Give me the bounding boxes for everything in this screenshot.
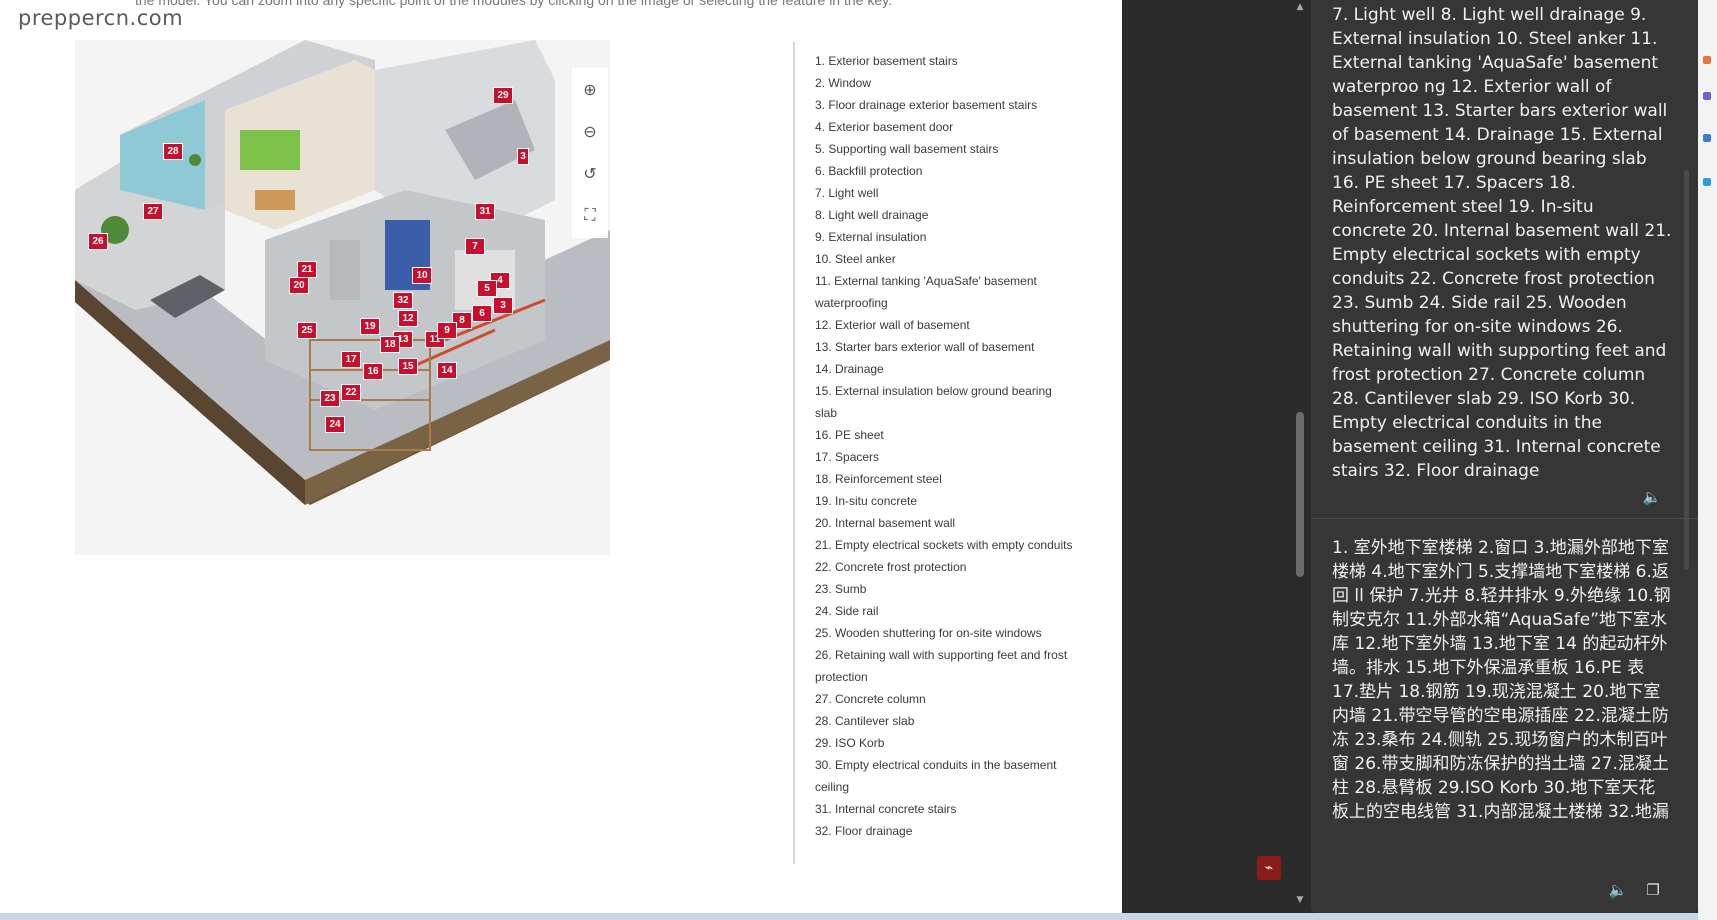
key-item-10[interactable]: 10. Steel anker	[815, 248, 1077, 270]
scroll-up-arrow-icon[interactable]: ▲	[1293, 0, 1307, 14]
hotspot-28[interactable]: 28	[163, 143, 183, 160]
key-item-19[interactable]: 19. In-situ concrete	[815, 490, 1077, 512]
key-item-7[interactable]: 7. Light well	[815, 182, 1077, 204]
key-item-24[interactable]: 24. Side rail	[815, 600, 1077, 622]
hotspot-16[interactable]: 16	[363, 363, 383, 380]
hotspot-32[interactable]: 32	[393, 292, 413, 309]
key-item-1[interactable]: 1. Exterior basement stairs	[815, 50, 1077, 72]
key-item-21[interactable]: 21. Empty electrical sockets with empty …	[815, 534, 1077, 556]
fullscreen-icon[interactable]: ⛶	[573, 194, 607, 236]
feature-key-list: 1. Exterior basement stairs 2. Window 3.…	[793, 42, 1093, 864]
hotspot-29[interactable]: 29	[493, 87, 513, 104]
key-item-15[interactable]: 15. External insulation below ground bea…	[815, 380, 1077, 424]
hotspot-15[interactable]: 15	[398, 358, 418, 375]
hotspot-24[interactable]: 24	[325, 416, 345, 433]
translation-panel: 7. Light well 8. Light well drainage 9. …	[1311, 0, 1698, 913]
hotspot-22[interactable]: 22	[341, 384, 361, 401]
viewer-gutter	[1122, 0, 1297, 913]
key-item-26[interactable]: 26. Retaining wall with supporting feet …	[815, 644, 1077, 688]
app-icon-orange[interactable]	[1703, 56, 1711, 64]
hotspot-19[interactable]: 19	[360, 318, 380, 335]
key-item-16[interactable]: 16. PE sheet	[815, 424, 1077, 446]
app-icon-purple[interactable]	[1703, 92, 1711, 100]
app-icon-blue[interactable]	[1703, 134, 1711, 142]
key-item-22[interactable]: 22. Concrete frost protection	[815, 556, 1077, 578]
key-item-12[interactable]: 12. Exterior wall of basement	[815, 314, 1077, 336]
pdf-icon[interactable]: ⌁	[1257, 856, 1281, 880]
watermark: preppercn.com	[18, 6, 184, 30]
hotspot-31[interactable]: 31	[475, 203, 495, 220]
key-item-11[interactable]: 11. External tanking 'AquaSafe' basement…	[815, 270, 1077, 314]
document-page: the model. You can zoom into any specifi…	[0, 0, 1122, 913]
panel-scrollbar[interactable]	[1684, 170, 1689, 570]
key-item-20[interactable]: 20. Internal basement wall	[815, 512, 1077, 534]
key-item-30[interactable]: 30. Empty electrical conduits in the bas…	[815, 754, 1077, 798]
viewer-scrollbar[interactable]: ▲ ▼	[1293, 0, 1307, 913]
zoom-in-icon[interactable]: ⊕	[573, 68, 607, 110]
key-item-14[interactable]: 14. Drainage	[815, 358, 1077, 380]
house-model-image[interactable]: 28 27 26 29 3 31 7 21 20 10 4 5 3 32 12 …	[75, 40, 610, 555]
key-item-29[interactable]: 29. ISO Korb	[815, 732, 1077, 754]
speaker-icon-translation[interactable]: 🔈	[1607, 880, 1629, 900]
key-item-9[interactable]: 9. External insulation	[815, 226, 1077, 248]
key-item-8[interactable]: 8. Light well drainage	[815, 204, 1077, 226]
hotspot-3[interactable]: 3	[493, 297, 513, 314]
hotspot-9[interactable]: 9	[437, 322, 457, 339]
english-source-text: 7. Light well 8. Light well drainage 9. …	[1332, 5, 1672, 481]
side-toolbar-edge	[1698, 0, 1717, 920]
key-item-17[interactable]: 17. Spacers	[815, 446, 1077, 468]
copy-icon[interactable]: ❐	[1642, 880, 1664, 900]
scrollbar-thumb[interactable]	[1296, 412, 1304, 577]
hotspot-25[interactable]: 25	[297, 322, 317, 339]
hotspot-20[interactable]: 20	[289, 277, 309, 294]
key-item-2[interactable]: 2. Window	[815, 72, 1077, 94]
key-item-3[interactable]: 3. Floor drainage exterior basement stai…	[815, 94, 1077, 116]
app-icon-blue-2[interactable]	[1703, 178, 1711, 186]
house-cutaway-illustration	[75, 40, 610, 505]
hotspot-7[interactable]: 7	[465, 238, 485, 255]
zoom-out-icon[interactable]: ⊖	[573, 110, 607, 152]
hotspot-10[interactable]: 10	[412, 267, 432, 284]
key-item-18[interactable]: 18. Reinforcement steel	[815, 468, 1077, 490]
key-item-25[interactable]: 25. Wooden shuttering for on-site window…	[815, 622, 1077, 644]
key-item-23[interactable]: 23. Sumb	[815, 578, 1077, 600]
hotspot-27[interactable]: 27	[143, 203, 163, 220]
hotspot-26[interactable]: 26	[88, 233, 108, 250]
key-item-13[interactable]: 13. Starter bars exterior wall of baseme…	[815, 336, 1077, 358]
chinese-translation-text: 1. 室外地下室楼梯 2.窗口 3.地漏外部地下室楼梯 4.地下室外门 5.支撑…	[1332, 538, 1671, 822]
zoom-toolbar: ⊕ ⊖ ↺ ⛶	[572, 68, 608, 238]
key-item-27[interactable]: 27. Concrete column	[815, 688, 1077, 710]
reset-icon[interactable]: ↺	[573, 152, 607, 194]
hotspot-14[interactable]: 14	[437, 362, 457, 379]
hotspot-17[interactable]: 17	[341, 351, 361, 368]
intro-text: the model. You can zoom into any specifi…	[135, 0, 892, 8]
hotspot-3-top[interactable]: 3	[517, 148, 529, 165]
hotspot-21[interactable]: 21	[297, 261, 317, 278]
key-item-28[interactable]: 28. Cantilever slab	[815, 710, 1077, 732]
hotspot-6[interactable]: 6	[472, 305, 492, 322]
key-item-31[interactable]: 31. Internal concrete stairs	[815, 798, 1077, 820]
key-item-6[interactable]: 6. Backfill protection	[815, 160, 1077, 182]
panel-divider	[1311, 518, 1698, 519]
hotspot-23[interactable]: 23	[320, 390, 340, 407]
key-item-32[interactable]: 32. Floor drainage	[815, 820, 1077, 842]
taskbar-edge	[0, 913, 1698, 920]
hotspot-12[interactable]: 12	[398, 310, 418, 327]
scroll-down-arrow-icon[interactable]: ▼	[1293, 893, 1307, 907]
key-item-4[interactable]: 4. Exterior basement door	[815, 116, 1077, 138]
hotspot-18[interactable]: 18	[380, 336, 400, 353]
hotspot-5[interactable]: 5	[477, 280, 497, 297]
speaker-icon[interactable]: 🔈	[1641, 487, 1663, 507]
key-item-5[interactable]: 5. Supporting wall basement stairs	[815, 138, 1077, 160]
